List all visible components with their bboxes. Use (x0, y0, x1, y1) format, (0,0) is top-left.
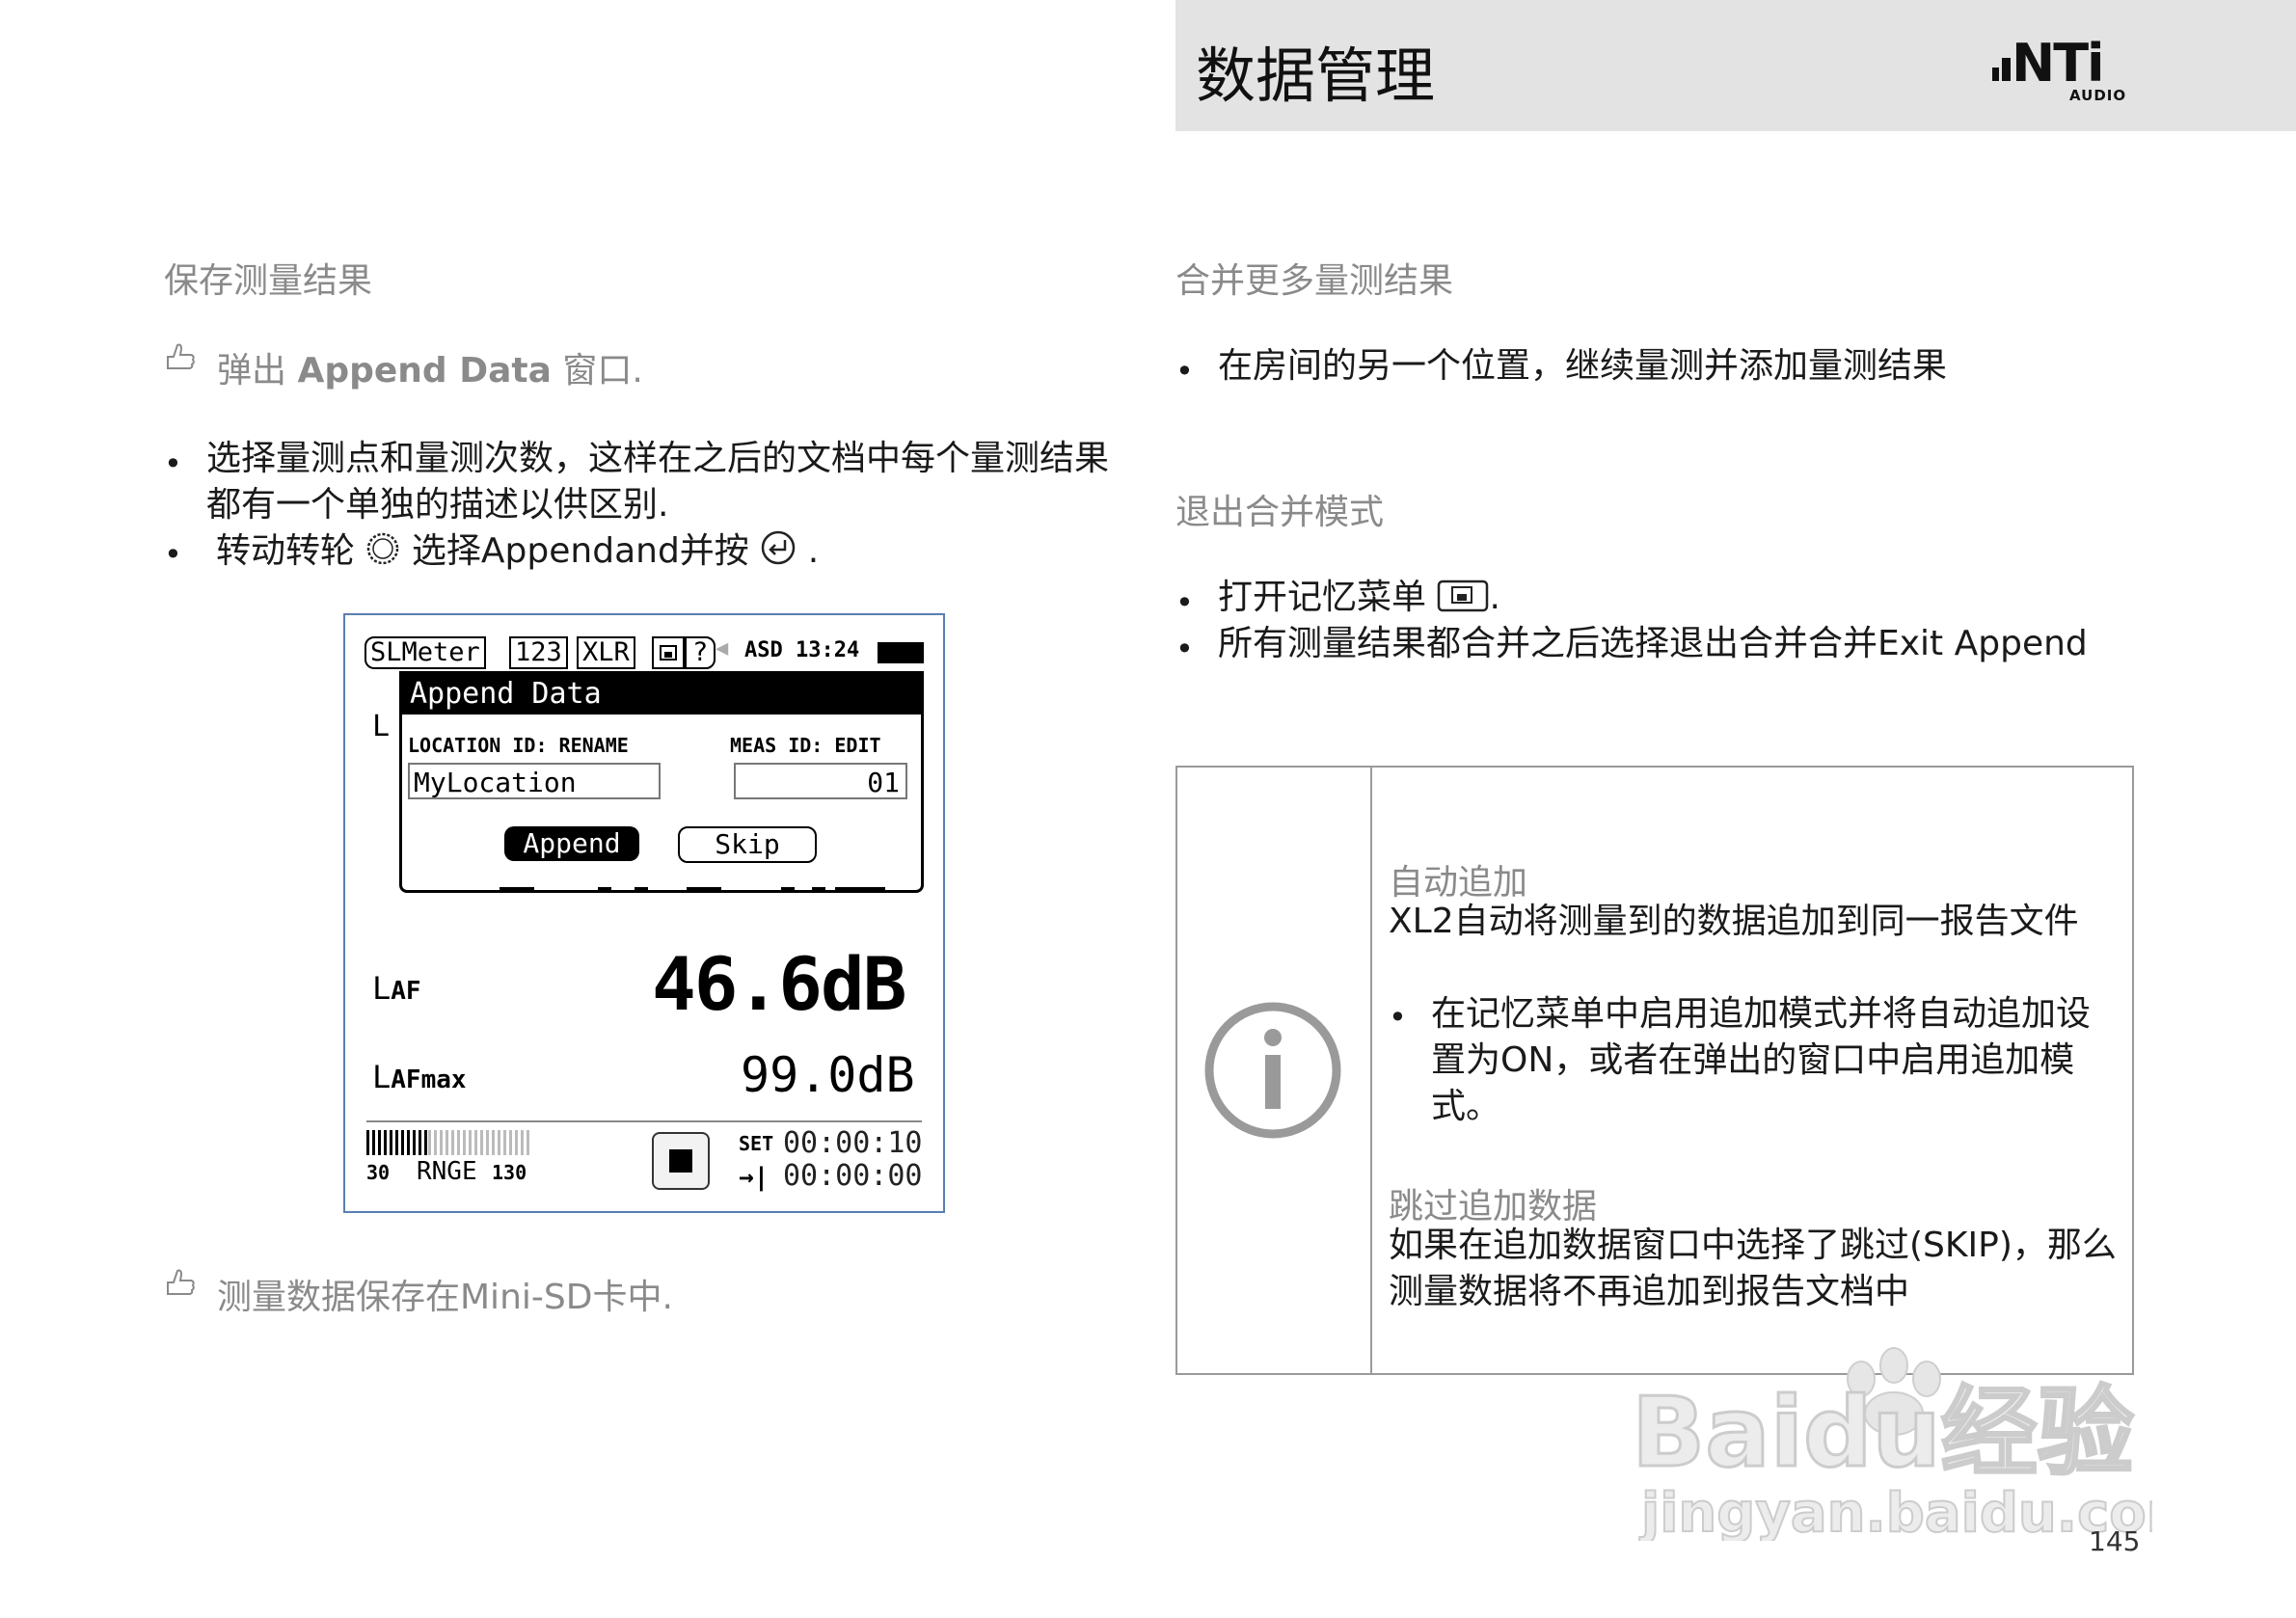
list-item-continue: 在房间的另一个位置，继续量测并添加量测结果 (1218, 346, 1948, 386)
lcd-dash (635, 887, 648, 890)
lcd-dash (687, 887, 721, 890)
laf-label-l: L (372, 970, 392, 1007)
tip-bold: Append Data (297, 351, 552, 391)
list-item-text: 转动转轮 (216, 531, 356, 571)
set-time: 00:00:10 (783, 1126, 923, 1160)
location-id-input[interactable]: MyLocation (408, 763, 661, 799)
info-title-auto-append: 自动追加 (1389, 863, 1528, 903)
lafmax-label: LAFmax (372, 1059, 467, 1095)
lafmax-label-l: L (372, 1059, 392, 1095)
storage-tip: 测量数据保存在Mini-SD卡中. (217, 1278, 673, 1317)
info-text-auto-append: XL2自动将测量到的数据追加到同一报告文件 (1389, 902, 2079, 941)
info-bullet-line: 在记忆菜单中启用追加模式并将自动追加设 (1431, 994, 2092, 1034)
info-text-line: 测量数据将不再追加到报告文档中 (1389, 1272, 1910, 1311)
elapsed-arrow-icon: →| (739, 1163, 770, 1192)
status-clock: ASD 13:24 (744, 638, 860, 662)
range-high: 130 (492, 1161, 527, 1184)
enter-icon (762, 530, 796, 565)
device-screen: SLMeter 123 XLR ? ◀ ASD 13:24 L Append D… (343, 613, 945, 1213)
hidden-l-label: L (372, 710, 391, 743)
info-icon (1203, 1001, 1342, 1144)
meas-id-input[interactable]: 01 (734, 763, 907, 799)
info-text-line: 如果在追加数据窗口中选择了跳过(SKIP)，那么 (1389, 1226, 2117, 1265)
section-heading-merge: 合并更多量测结果 (1175, 261, 1454, 301)
bullet-dot: • (1175, 631, 1194, 667)
page-title: 数据管理 (1196, 40, 1436, 111)
brand-logo: NTi AUDIO (1992, 33, 2137, 104)
info-box-divider (1370, 766, 1372, 1373)
nti-logo-icon: NTi AUDIO (1992, 33, 2126, 104)
tab-xlr: XLR (577, 636, 635, 669)
lcd-dash (835, 887, 885, 890)
list-item-select-ids: 选择量测点和量测次数，这样在之后的文档中每个量测结果 都有一个单独的描述以供区别… (206, 436, 1109, 528)
speaker-icon: ◀ (716, 636, 729, 661)
dialog-title: Append Data (402, 674, 921, 715)
range-label: RNGE (417, 1157, 477, 1186)
level-bar-inactive (428, 1130, 530, 1155)
list-item-exit-append: 所有测量结果都合并之后选择退出合并合并Exit Append (1218, 624, 2088, 663)
laf-label-sub: AF (391, 977, 421, 1006)
lafmax-value: 99.0dB (741, 1047, 915, 1103)
list-item-line: 都有一个单独的描述以供区别. (206, 485, 669, 525)
append-data-dialog: Append Data LOCATION ID: RENAME MEAS ID:… (399, 671, 924, 893)
svg-text:jingyan.baidu.com: jingyan.baidu.com (1639, 1482, 2152, 1541)
hand-pointer-icon (162, 1265, 197, 1304)
bullet-dot: • (1175, 353, 1194, 390)
lcd-dash (812, 887, 825, 890)
lcd-dash (598, 887, 611, 890)
elapsed-time: 00:00:00 (783, 1159, 923, 1193)
hand-pointer-icon (162, 339, 197, 378)
info-bullet-enable-append: 在记忆菜单中启用追加模式并将自动追加设 置为ON，或者在弹出的窗口中启用追加模 … (1431, 991, 2091, 1130)
battery-icon (878, 642, 924, 663)
bullet-dot: • (164, 445, 182, 482)
laf-label: LAF (372, 970, 421, 1007)
list-item-text: 选择Appendand并按 (411, 531, 749, 571)
tab-slmeter: SLMeter (365, 636, 486, 669)
append-button[interactable]: Append (504, 826, 639, 861)
stop-icon (669, 1149, 692, 1173)
bullet-dot: • (1389, 999, 1407, 1036)
lcd-dash (500, 887, 534, 890)
list-item-line: 选择量测点和量测次数，这样在之后的文档中每个量测结果 (206, 439, 1110, 478)
list-item-open-memory: 打开记忆菜单 . (1218, 575, 1500, 621)
tab-123: 123 (509, 636, 568, 669)
tip-suffix: 窗口. (562, 351, 643, 391)
info-bullet-line: 置为ON，或者在弹出的窗口中启用追加模 (1431, 1040, 2075, 1080)
location-id-label: LOCATION ID: RENAME (408, 734, 629, 757)
baidu-watermark: Baidu经验 jingyan.baidu.com (1631, 1338, 2203, 1546)
tip-prefix: 弹出 (217, 351, 287, 391)
skip-button[interactable]: Skip (678, 826, 817, 863)
info-text-skip: 如果在追加数据窗口中选择了跳过(SKIP)，那么 测量数据将不再追加到报告文档中 (1389, 1223, 2117, 1315)
bullet-dot: • (1175, 584, 1194, 621)
list-item-turn-wheel: 转动转轮 选择Appendand并按 . (216, 528, 819, 575)
svg-text:AUDIO: AUDIO (2069, 87, 2126, 104)
laf-value: 46.6dB (652, 941, 907, 1027)
stop-button[interactable] (652, 1132, 710, 1190)
svg-text:Baidu经验: Baidu经验 (1632, 1376, 2134, 1489)
info-bullet-line: 式。 (1431, 1087, 1501, 1126)
lcd-divider (366, 1120, 922, 1122)
list-item-text: . (807, 531, 820, 571)
section-heading-save-results: 保存测量结果 (164, 261, 373, 301)
help-tab-icon: ? (685, 636, 716, 669)
bullet-dot: • (164, 536, 182, 573)
list-item-text: 打开记忆菜单 (1218, 578, 1427, 617)
memory-menu-icon (1438, 580, 1489, 612)
memory-tab-icon (652, 636, 685, 669)
append-tip: 弹出 Append Data 窗口. (217, 342, 643, 392)
section-heading-exit-merge: 退出合并模式 (1175, 493, 1385, 532)
meas-id-label: MEAS ID: EDIT (730, 734, 881, 757)
set-label: SET (739, 1132, 774, 1155)
info-title-skip: 跳过追加数据 (1389, 1187, 1598, 1227)
page-number: 145 (2089, 1525, 2141, 1557)
lcd-dash (781, 887, 795, 890)
list-item-text: . (1489, 578, 1500, 617)
range-low: 30 (366, 1161, 391, 1184)
rotary-wheel-icon (367, 532, 399, 565)
lafmax-label-sub: AFmax (391, 1065, 467, 1094)
svg-text:NTi: NTi (2012, 37, 2103, 94)
